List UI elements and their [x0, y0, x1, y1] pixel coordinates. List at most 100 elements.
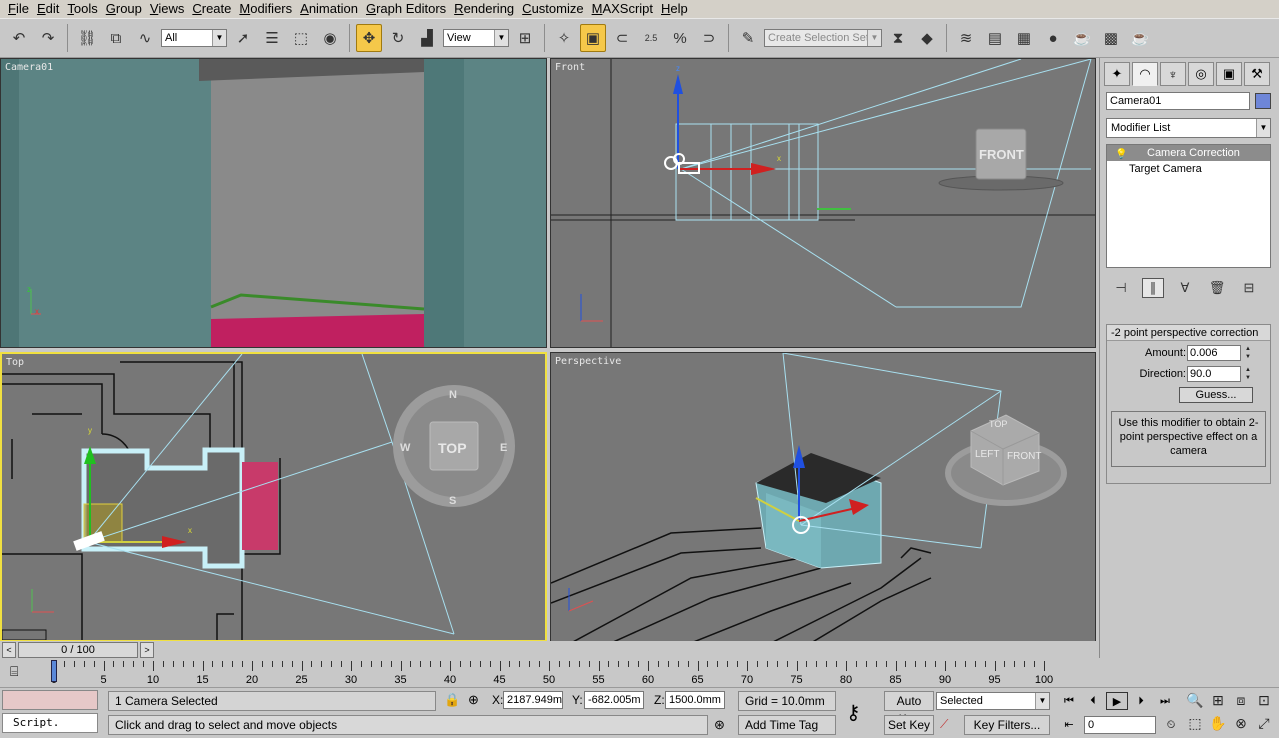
viewcube-front-label[interactable]: FRONT — [979, 147, 1024, 162]
rectangular-selection-icon[interactable]: ⬚ — [288, 24, 314, 52]
time-configuration-icon[interactable]: ⏲ — [1160, 716, 1182, 734]
key-filters-button[interactable]: Key Filters... — [964, 715, 1050, 735]
direction-input[interactable]: 90.0 — [1187, 366, 1241, 382]
zoom-extents-all-icon[interactable]: ⊡ — [1253, 690, 1275, 710]
time-slider-prev-icon[interactable]: < — [2, 642, 16, 658]
display-tab-icon[interactable]: ▣ — [1216, 62, 1242, 86]
select-and-rotate-icon[interactable]: ↻ — [385, 24, 411, 52]
trackbar[interactable]: ⌸ 05101520253035404550556065707580859095… — [0, 659, 1099, 687]
manipulate-icon[interactable]: ✧ — [551, 24, 577, 52]
zoom-icon[interactable]: 🔍 — [1184, 690, 1206, 710]
named-selection-set-dropdown[interactable]: Create Selection Set ▼ — [764, 29, 882, 47]
menu-help[interactable]: Help — [657, 0, 692, 18]
viewport-label[interactable]: Perspective — [555, 356, 621, 367]
viewport-label[interactable]: Camera01 — [5, 62, 53, 73]
pin-stack-icon[interactable]: ⊣ — [1110, 278, 1132, 298]
menu-file[interactable]: File — [4, 0, 33, 18]
previous-frame-icon[interactable]: ⏴ — [1082, 692, 1104, 710]
viewcube-left-face[interactable]: LEFT — [975, 449, 999, 460]
menu-tools[interactable]: Tools — [63, 0, 101, 18]
amount-spinner-icon[interactable]: ▲ ▼ — [1243, 345, 1253, 361]
layer-manager-icon[interactable]: ≋ — [953, 24, 979, 52]
maxscript-listener-output[interactable] — [2, 690, 98, 710]
menu-customize[interactable]: Customize — [518, 0, 587, 18]
default-in-out-tangent-icon[interactable]: ⟋ — [940, 717, 948, 732]
modify-tab-icon[interactable]: ◠ — [1132, 62, 1158, 86]
edit-named-selection-icon[interactable]: ✎ — [735, 24, 761, 52]
reference-coord-system-dropdown[interactable]: View ▼ — [443, 29, 509, 47]
viewcube-front-face[interactable]: FRONT — [1007, 451, 1041, 462]
select-and-scale-icon[interactable]: ▟ — [414, 24, 440, 52]
rendered-frame-window-icon[interactable]: ▩ — [1098, 24, 1124, 52]
zoom-all-icon[interactable]: ⊞ — [1207, 690, 1229, 710]
menu-views[interactable]: Views — [146, 0, 188, 18]
schematic-view-icon[interactable]: ▦ — [1011, 24, 1037, 52]
spinner-snap-icon[interactable]: ⊃ — [696, 24, 722, 52]
menu-group[interactable]: Group — [102, 0, 146, 18]
viewcube-top-face[interactable]: TOP — [989, 419, 1007, 429]
pan-view-icon[interactable]: ✋ — [1207, 713, 1229, 733]
select-by-name-icon[interactable]: ☰ — [259, 24, 285, 52]
select-and-move-icon[interactable]: ✥ — [356, 24, 382, 52]
hierarchy-tab-icon[interactable]: ♆ — [1160, 62, 1186, 86]
unlink-icon[interactable]: ⧉ — [103, 24, 129, 52]
mini-curve-editor-icon[interactable]: ⌸ — [10, 663, 18, 680]
set-key-icon[interactable]: ⚷ — [846, 700, 861, 725]
next-frame-icon[interactable]: ⏵ — [1130, 692, 1152, 710]
undo-icon[interactable]: ↶ — [6, 24, 32, 52]
motion-tab-icon[interactable]: ◎ — [1188, 62, 1214, 86]
viewport-perspective[interactable]: Perspective TOP LEFT FRONT — [550, 352, 1096, 642]
redo-icon[interactable]: ↷ — [35, 24, 61, 52]
trackbar-ruler[interactable]: 0510152025303540455055606570758085909510… — [50, 661, 1095, 687]
set-key-button[interactable]: Set Key — [884, 715, 934, 735]
percent-snap-icon[interactable]: % — [667, 24, 693, 52]
menu-modifiers[interactable]: Modifiers — [235, 0, 296, 18]
viewport-front[interactable]: Front FRONT z x — [550, 58, 1096, 348]
remove-modifier-icon[interactable]: 🗑 — [1206, 278, 1228, 298]
auto-key-button[interactable]: Auto Key — [884, 691, 934, 726]
stack-item-target-camera[interactable]: Target Camera — [1107, 161, 1270, 177]
maximize-viewport-icon[interactable]: ⤢ — [1253, 713, 1275, 733]
make-unique-icon[interactable]: ∀ — [1174, 278, 1196, 298]
orbit-icon[interactable]: ⊗ — [1230, 713, 1252, 733]
align-icon[interactable]: ◆ — [914, 24, 940, 52]
object-color-swatch[interactable] — [1255, 93, 1271, 109]
curve-editor-icon[interactable]: ▤ — [982, 24, 1008, 52]
menu-edit[interactable]: Edit — [33, 0, 63, 18]
guess-button[interactable]: Guess... — [1179, 387, 1253, 403]
key-mode-toggle-icon[interactable]: ⇤ — [1058, 716, 1080, 734]
key-mode-dropdown[interactable]: Selected ▼ — [936, 692, 1050, 710]
mirror-icon[interactable]: ⧗ — [885, 24, 911, 52]
keyboard-shortcut-override-icon[interactable]: ▣ — [580, 24, 606, 52]
current-frame-input[interactable]: 0 — [1084, 716, 1156, 734]
direction-spinner-icon[interactable]: ▲ ▼ — [1243, 366, 1253, 382]
rollout-header[interactable]: -2 point perspective correction — [1107, 325, 1270, 341]
stack-item-camera-correction[interactable]: 💡 Camera Correction — [1107, 145, 1270, 161]
window-crossing-icon[interactable]: ◉ — [317, 24, 343, 52]
snaps-toggle-icon[interactable]: ⊂ — [609, 24, 635, 52]
x-coord-input[interactable]: 2187.949m — [503, 691, 563, 709]
viewport-label[interactable]: Front — [555, 62, 585, 73]
pivot-center-icon[interactable]: ⊞ — [512, 24, 538, 52]
lock-selection-icon[interactable]: 🔒 — [444, 692, 460, 708]
bind-to-space-warp-icon[interactable]: ∿ — [132, 24, 158, 52]
viewport-label[interactable]: Top — [6, 357, 24, 368]
create-tab-icon[interactable]: ✦ — [1104, 62, 1130, 86]
menu-maxscript[interactable]: MAXScript — [588, 0, 657, 18]
angle-snap-icon[interactable]: 2.5 — [638, 24, 664, 52]
material-editor-icon[interactable]: ● — [1040, 24, 1066, 52]
select-object-icon[interactable]: ➚ — [230, 24, 256, 52]
quick-render-icon[interactable]: ☕ — [1127, 24, 1153, 52]
time-slider-thumb[interactable]: 0 / 100 — [18, 642, 138, 658]
z-coord-input[interactable]: 1500.0mm — [665, 691, 725, 709]
time-slider-next-icon[interactable]: > — [140, 642, 154, 658]
selection-filter-dropdown[interactable]: All ▼ — [161, 29, 227, 47]
menu-graph-editors[interactable]: Graph Editors — [362, 0, 450, 18]
configure-modifier-sets-icon[interactable]: ⊟ — [1238, 278, 1260, 298]
amount-input[interactable]: 0.006 — [1187, 345, 1241, 361]
current-frame-marker[interactable] — [51, 660, 57, 682]
y-coord-input[interactable]: -682.005m — [584, 691, 644, 709]
maxscript-listener-input[interactable]: Script. — [2, 713, 98, 733]
menu-animation[interactable]: Animation — [296, 0, 362, 18]
menu-create[interactable]: Create — [188, 0, 235, 18]
